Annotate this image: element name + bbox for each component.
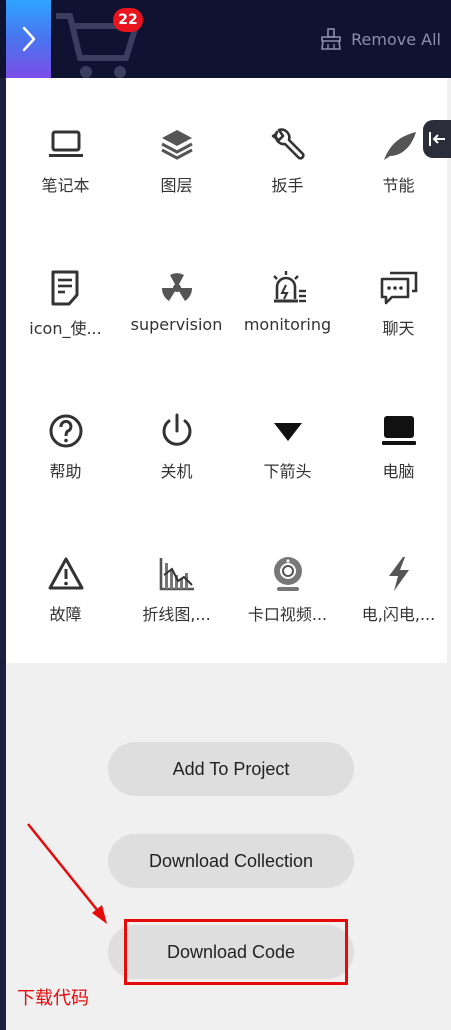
remove-all-button[interactable]: Remove All — [319, 24, 441, 54]
help-icon — [49, 414, 82, 448]
wrench-icon — [271, 128, 305, 160]
layers-icon — [160, 130, 193, 160]
annotation-label: 下载代码 — [17, 988, 89, 1009]
collapse-left-icon — [429, 132, 445, 146]
icon-item[interactable]: 卡口视频... — [232, 507, 343, 650]
icon-item[interactable]: 聊天 — [343, 221, 451, 364]
icon-item[interactable]: 图层 — [121, 78, 232, 221]
radiation-icon — [161, 273, 192, 301]
annotation-highlight-box — [124, 919, 348, 985]
laptop-icon — [48, 130, 83, 157]
broom-icon — [321, 28, 342, 50]
computer-icon — [381, 416, 416, 445]
icon-item[interactable]: 电脑 — [343, 364, 451, 507]
icon-item-label: 折线图,... — [142, 605, 211, 624]
icon-item[interactable]: 扳手 — [232, 78, 343, 221]
alarm-light-icon — [272, 271, 306, 303]
icon-item-label: 图层 — [160, 176, 193, 195]
lightning-icon — [388, 557, 409, 591]
icon-item[interactable]: 折线图,... — [121, 507, 232, 650]
icon-item-label: icon_使... — [29, 319, 102, 338]
icon-item[interactable]: monitoring — [232, 221, 343, 364]
chat-icon — [380, 271, 417, 305]
down-arrow-icon — [273, 423, 302, 441]
camera-icon — [273, 557, 302, 591]
leaf-icon — [383, 132, 416, 160]
cart-count-badge: 22 — [113, 8, 143, 32]
icon-item[interactable]: 下箭头 — [232, 364, 343, 507]
icon-item-label: 关机 — [160, 462, 193, 481]
download-collection-button[interactable]: Download Collection — [108, 834, 354, 888]
icon-item[interactable]: supervision — [121, 221, 232, 364]
icon-item-label: 节能 — [382, 176, 415, 195]
icon-item[interactable]: 电,闪电,... — [343, 507, 451, 650]
collapse-panel-tab[interactable] — [423, 120, 451, 158]
icon-item-label: 故障 — [49, 605, 82, 624]
icon-item[interactable]: 帮助 — [10, 364, 121, 507]
document-icon — [51, 270, 78, 306]
icon-item-label: 聊天 — [382, 319, 415, 338]
cart-header: 22 Remove All — [0, 0, 451, 78]
icon-item[interactable]: 故障 — [10, 507, 121, 650]
warning-icon — [48, 557, 83, 590]
icon-item-label: 帮助 — [49, 462, 82, 481]
collapse-toggle-button[interactable] — [6, 0, 51, 78]
icon-collection-panel: 笔记本 图层 扳手 节能 icon_使... supervision monit… — [6, 78, 447, 663]
add-to-project-button[interactable]: Add To Project — [108, 742, 354, 796]
power-icon — [162, 413, 191, 446]
icon-item-label: 笔记本 — [41, 176, 90, 195]
icon-item-label: supervision — [130, 315, 223, 334]
icon-item-label: 电脑 — [382, 462, 415, 481]
icon-item[interactable]: 关机 — [121, 364, 232, 507]
icon-item-label: 下箭头 — [263, 462, 312, 481]
remove-all-label: Remove All — [351, 29, 441, 49]
chevron-right-icon — [22, 26, 35, 52]
icon-item-label: 电,闪电,... — [361, 605, 436, 624]
icon-item[interactable]: icon_使... — [10, 221, 121, 364]
icon-item[interactable]: 笔记本 — [10, 78, 121, 221]
icon-item-label: 扳手 — [271, 176, 304, 195]
icon-item-label: 卡口视频... — [247, 605, 328, 624]
icon-item-label: monitoring — [243, 315, 332, 334]
line-chart-icon — [159, 558, 194, 591]
